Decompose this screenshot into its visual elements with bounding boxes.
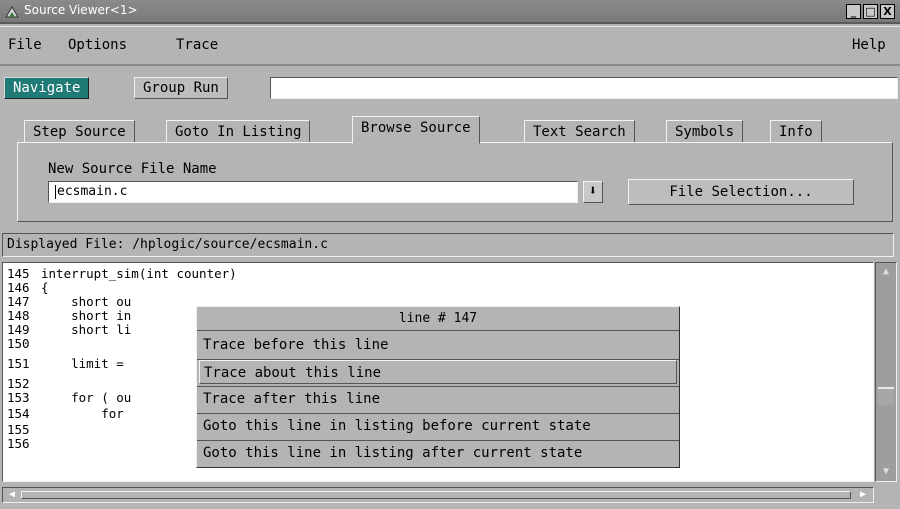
menu-trace[interactable]: Trace <box>176 37 218 53</box>
line-number: 153 <box>7 390 30 405</box>
code-line[interactable]: 152 <box>7 377 41 391</box>
menu-item-goto-before[interactable]: Goto this line in listing before current… <box>199 414 677 438</box>
tab-browse-source[interactable]: Browse Source <box>352 116 480 144</box>
menu-item-trace-about[interactable]: Trace about this line <box>199 360 677 384</box>
code-line[interactable]: 155 <box>7 423 41 437</box>
code-line[interactable]: 156 <box>7 437 41 451</box>
new-source-file-label: New Source File Name <box>48 161 217 177</box>
tab-symbols[interactable]: Symbols <box>666 120 744 144</box>
menu-file[interactable]: File <box>8 37 42 53</box>
line-number: 151 <box>7 356 30 371</box>
code-text: short li <box>41 322 132 337</box>
scroll-right-icon[interactable]: ▶ <box>855 488 871 502</box>
window-title: Source Viewer<1> <box>24 3 138 17</box>
line-number: 150 <box>7 336 30 351</box>
code-line[interactable]: 146 { <box>7 281 49 295</box>
horizontal-scrollbar[interactable]: ◀ ▶ <box>2 487 874 503</box>
text-caret <box>55 184 56 199</box>
code-text: for ( ou <box>41 390 132 405</box>
file-history-dropdown-button[interactable]: ⬇ <box>583 181 603 203</box>
mode-bar: Navigate Group Run <box>0 68 900 102</box>
line-number: 148 <box>7 308 30 323</box>
tab-text-search[interactable]: Text Search <box>524 120 635 144</box>
line-number: 145 <box>7 266 30 281</box>
menu-help[interactable]: Help <box>852 37 886 53</box>
browse-source-panel: New Source File Name ecsmain.c ⬇ File Se… <box>17 142 893 222</box>
code-line[interactable]: 148 short in <box>7 309 131 323</box>
horizontal-scroll-thumb[interactable] <box>21 491 851 499</box>
line-number: 147 <box>7 294 30 309</box>
source-file-name-input[interactable]: ecsmain.c <box>48 181 578 203</box>
line-number: 154 <box>7 406 30 421</box>
context-menu-title: line # 147 <box>197 307 679 331</box>
mode-input[interactable] <box>270 77 898 99</box>
source-file-name-value: ecsmain.c <box>57 184 128 199</box>
code-text: { <box>41 280 49 295</box>
line-number: 146 <box>7 280 30 295</box>
displayed-file-status: Displayed File: /hplogic/source/ecsmain.… <box>2 233 894 257</box>
code-line[interactable]: 145 interrupt_sim(int counter) <box>7 267 237 281</box>
tab-step-source[interactable]: Step Source <box>24 120 135 144</box>
minimize-button[interactable]: _ <box>846 4 861 19</box>
navigate-button[interactable]: Navigate <box>4 77 90 99</box>
code-line[interactable]: 154 for <box>7 407 124 421</box>
menu-item-trace-before[interactable]: Trace before this line <box>199 333 677 357</box>
scroll-down-icon[interactable]: ▼ <box>879 465 893 479</box>
code-line[interactable]: 150 <box>7 337 41 351</box>
tab-info[interactable]: Info <box>770 120 822 144</box>
code-line[interactable]: 147 short ou <box>7 295 131 309</box>
vertical-scrollbar[interactable]: ▲ ▼ <box>875 262 897 482</box>
tab-goto-in-listing[interactable]: Goto In Listing <box>166 120 311 144</box>
maximize-button[interactable]: □ <box>863 4 878 19</box>
menu-bar: File Options Trace Help <box>0 26 900 66</box>
download-arrow-icon: ⬇ <box>588 183 598 199</box>
code-text: interrupt_sim(int counter) <box>41 266 237 281</box>
code-line[interactable]: 151 limit = <box>7 357 124 371</box>
app-icon <box>5 6 19 18</box>
close-button[interactable]: X <box>880 4 895 19</box>
title-bar: Source Viewer<1> _ □ X <box>0 0 900 24</box>
code-text: limit = <box>41 356 124 371</box>
line-number: 152 <box>7 376 30 391</box>
scroll-up-icon[interactable]: ▲ <box>879 265 893 279</box>
group-run-button[interactable]: Group Run <box>134 77 228 99</box>
code-text: short ou <box>41 294 132 309</box>
menu-item-goto-after[interactable]: Goto this line in listing after current … <box>199 441 677 465</box>
line-number: 156 <box>7 436 30 451</box>
vertical-scroll-thumb[interactable] <box>878 387 894 405</box>
line-number: 149 <box>7 322 30 337</box>
menu-options[interactable]: Options <box>68 37 127 53</box>
menu-item-trace-after[interactable]: Trace after this line <box>199 387 677 411</box>
scroll-left-icon[interactable]: ◀ <box>4 488 20 502</box>
code-text: for <box>41 406 124 421</box>
code-line[interactable]: 149 short li <box>7 323 131 337</box>
code-text: short in <box>41 308 132 323</box>
code-line[interactable]: 153 for ( ou <box>7 391 131 405</box>
line-context-menu: line # 147 Trace before this line Trace … <box>196 306 680 468</box>
file-selection-button[interactable]: File Selection... <box>628 179 854 205</box>
line-number: 155 <box>7 422 30 437</box>
